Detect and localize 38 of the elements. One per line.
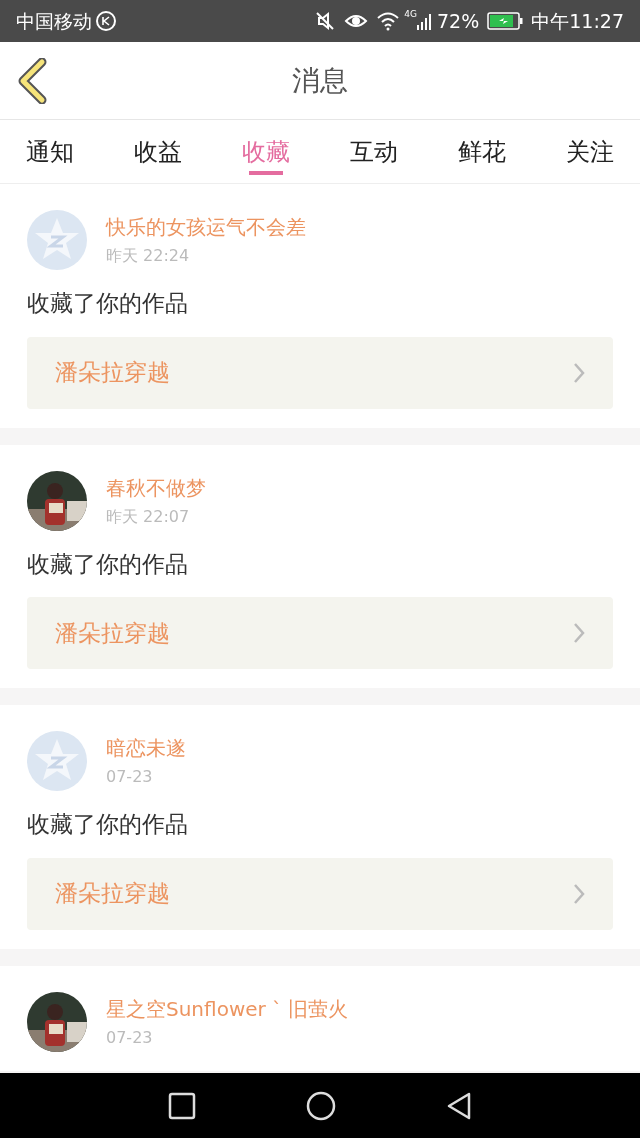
message-time: 昨天 22:07: [106, 505, 191, 528]
chevron-right-icon: [573, 622, 585, 644]
work-link[interactable]: 潘朵拉穿越: [27, 597, 613, 669]
recent-apps-icon[interactable]: [168, 1091, 196, 1120]
tab-indicator: [249, 171, 283, 175]
message-time: 07-23: [106, 766, 154, 788]
home-icon[interactable]: [306, 1090, 336, 1121]
tab[interactable]: 关注: [554, 120, 626, 183]
chevron-right-icon: [573, 361, 585, 384]
back-icon[interactable]: [446, 1090, 472, 1121]
default-avatar-icon: [27, 210, 87, 270]
message-text: 收藏了你的作品: [27, 549, 189, 579]
k-icon: [96, 11, 116, 31]
chevron-right-icon: [573, 882, 585, 905]
clock: 中午11:27: [531, 8, 624, 34]
user-name[interactable]: 快乐的女孩运气不会差: [106, 212, 306, 242]
carrier-name: 中国移动: [16, 8, 92, 34]
user-name[interactable]: 春秋不做梦: [106, 472, 206, 503]
wifi-icon: [376, 11, 401, 31]
battery-percent: 72%: [437, 8, 480, 34]
default-avatar-icon: [27, 731, 87, 791]
page-title: 消息: [292, 62, 348, 99]
tab[interactable]: 收益: [122, 120, 194, 183]
work-link[interactable]: 潘朵拉穿越: [27, 336, 613, 409]
user-name[interactable]: 星之空Sunflower ˋ 旧萤火: [106, 993, 349, 1024]
message-time: 昨天 22:24: [106, 245, 191, 267]
message-text: 收藏了你的作品: [27, 289, 189, 318]
message-time: 07-23: [106, 1026, 154, 1049]
tab[interactable]: 收藏: [230, 120, 302, 183]
user-name[interactable]: 暗恋未遂: [106, 733, 186, 763]
message-text: 收藏了你的作品: [27, 810, 189, 839]
network-label: 4G: [404, 8, 417, 21]
tab[interactable]: 互动: [338, 120, 410, 183]
work-link[interactable]: 潘朵拉穿越: [27, 857, 613, 930]
battery-icon: [487, 12, 524, 30]
tab[interactable]: 通知: [14, 120, 86, 183]
signal-icon: [417, 11, 433, 31]
tab[interactable]: 鲜花: [446, 120, 518, 183]
